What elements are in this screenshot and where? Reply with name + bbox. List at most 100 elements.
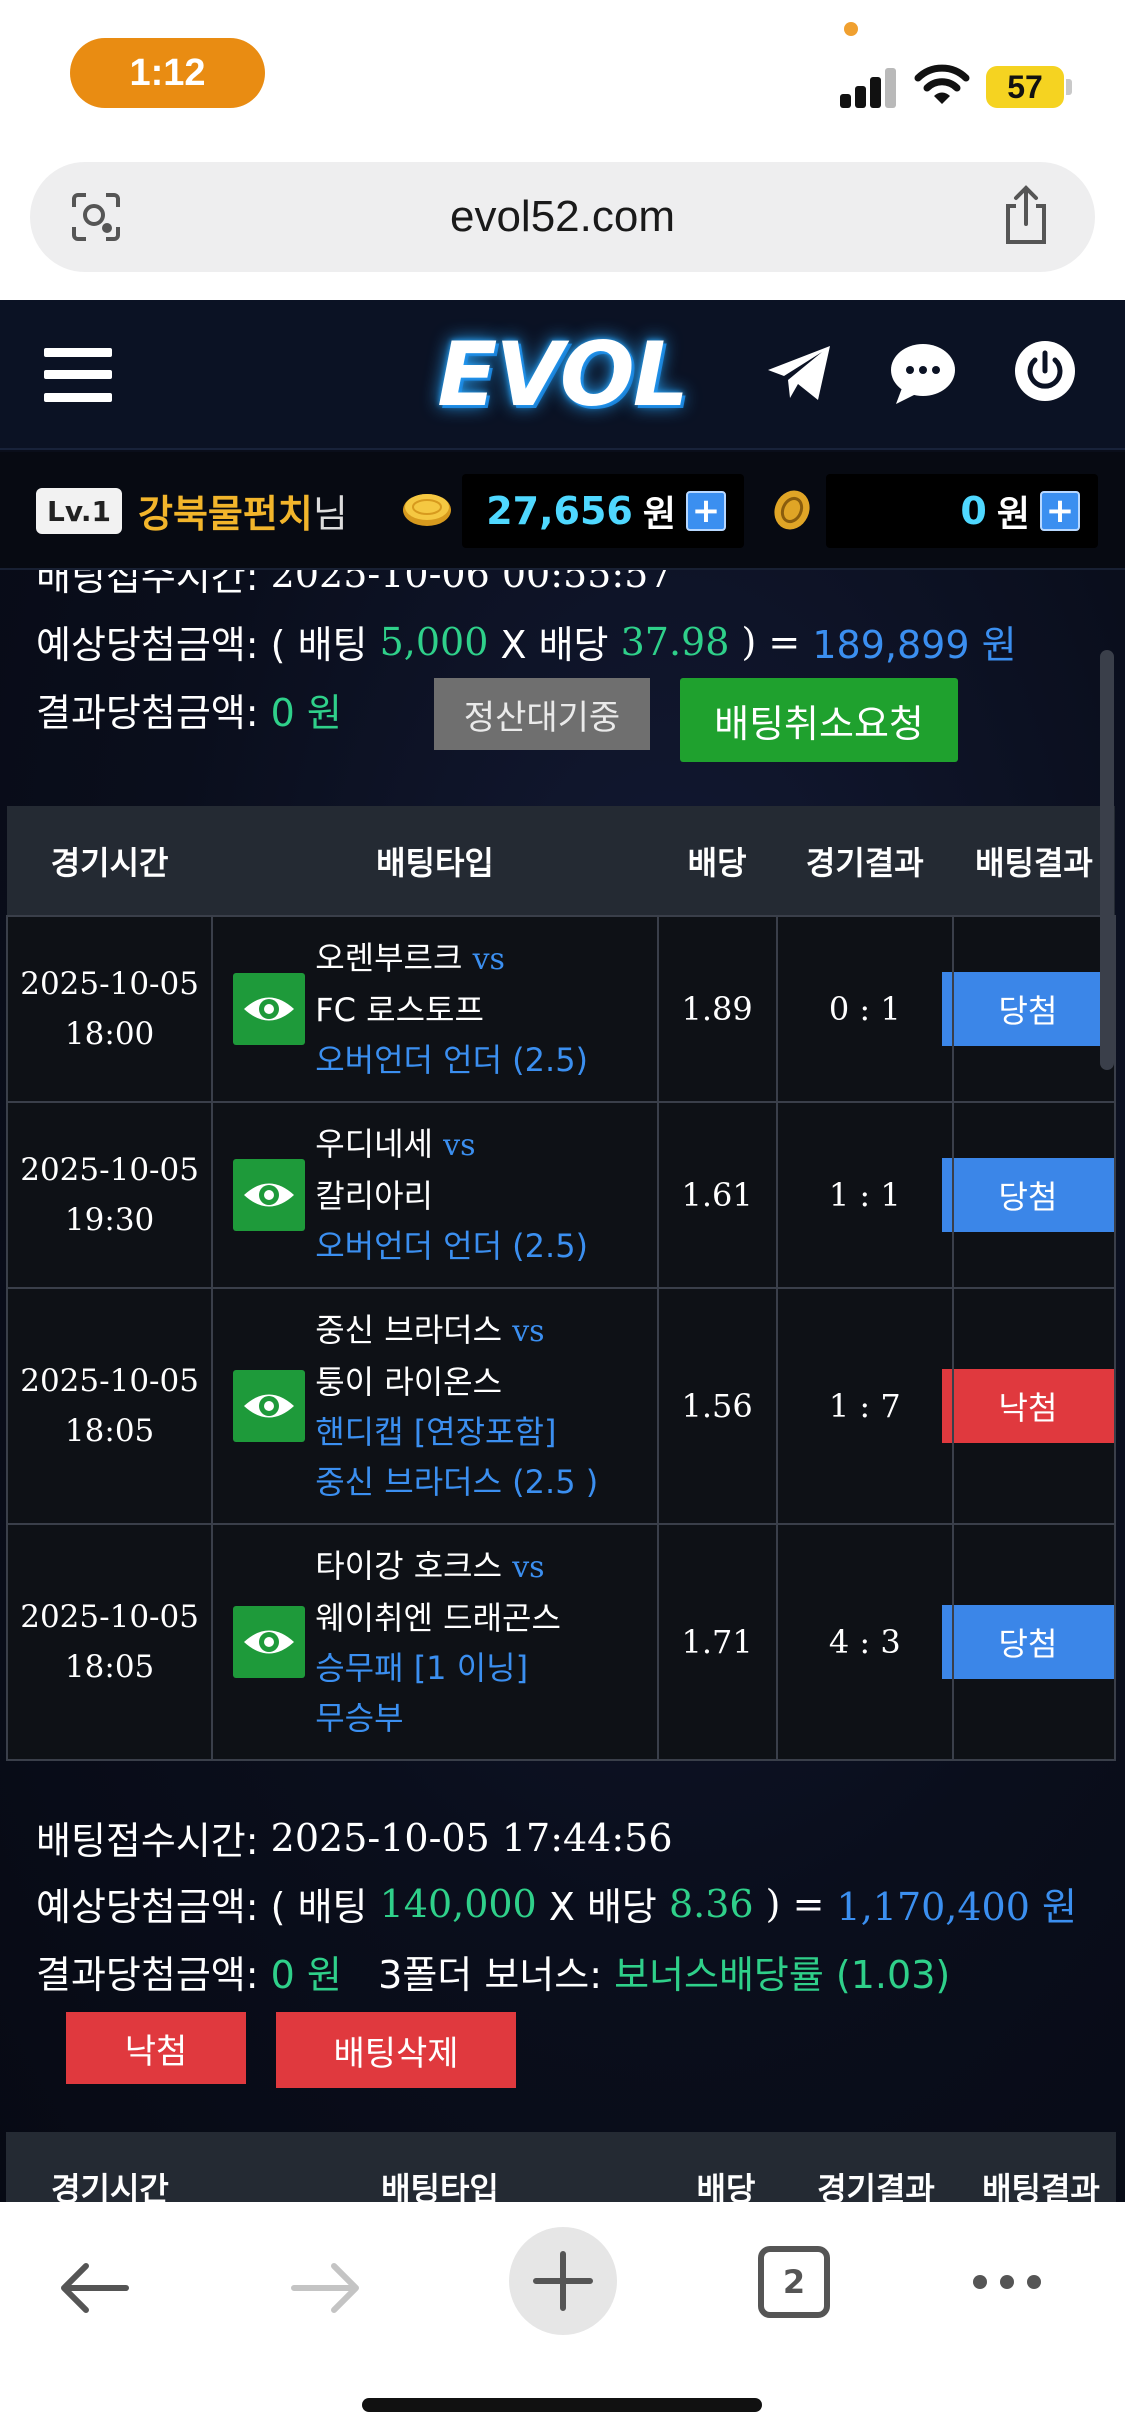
delete-bet-button[interactable]: 배팅삭제: [276, 2012, 516, 2088]
header-odds: 배당: [657, 806, 777, 916]
payout-value: 189,899 원: [812, 623, 1017, 667]
game-clock: 19:30: [64, 1202, 155, 1238]
game-date: 2025-10-05: [20, 1152, 199, 1188]
win-badge: 당첨: [941, 1605, 1114, 1679]
game-date: 2025-10-05: [20, 966, 199, 1002]
bet-history-content[interactable]: 배팅접수시간: 2025-10-06 00:55:57 예상당첨금액: ( 배팅…: [0, 570, 1125, 2202]
view-eye-icon[interactable]: [233, 1606, 306, 1678]
home-indicator[interactable]: [362, 2398, 762, 2412]
open-paren: ( 배팅: [270, 1885, 368, 1929]
money-balance: 27,656 원 +: [462, 474, 744, 548]
score-cell: 1 : 1: [775, 1101, 954, 1289]
open-paren: ( 배팅: [270, 623, 368, 667]
bet-result-cell: 당첨: [941, 1101, 1117, 1289]
share-icon[interactable]: [998, 184, 1054, 246]
vs-label: vs: [443, 1128, 476, 1163]
point-plus-button[interactable]: +: [1040, 491, 1080, 531]
header-game-time: 경기시간: [6, 2132, 214, 2202]
lose-status-button[interactable]: 낙첨: [66, 2012, 246, 2084]
view-eye-icon[interactable]: [233, 1370, 306, 1442]
bet-type-cell: 중신 브라더스 vs 퉁이 라이온스 핸디캡 [연장포함] 중신 브라더스 (2.5 …: [211, 1287, 659, 1525]
pick-text: 무승부: [315, 1699, 404, 1737]
bet1-result: 결과당첨금액: 0 원: [36, 682, 342, 737]
odds-value: 37.98: [620, 619, 730, 664]
stake-value: 140,000: [379, 1881, 537, 1926]
money-unit: 원: [642, 494, 676, 535]
game-clock: 18:05: [64, 1649, 155, 1685]
win-badge: 당첨: [941, 972, 1114, 1046]
bet-type-cell: 오렌부르크 vs FC 로스토프 오버언더 언더 (2.5): [211, 915, 659, 1103]
payout-value: 1,170,400 원: [836, 1885, 1077, 1929]
back-arrow-icon[interactable]: [56, 2260, 130, 2316]
point-value: 0: [960, 489, 987, 533]
table-row: 2025-10-05 18:05 타이강 호크스 vs 웨이취엔 드래곤스 승무패 […: [5, 1523, 1117, 1761]
chat-icon[interactable]: [888, 340, 958, 406]
telegram-icon[interactable]: [764, 342, 834, 404]
bet-type-cell: 우디네세 vs 칼리아리 오버언더 언더 (2.5): [211, 1101, 659, 1289]
header-bet-type: 배팅타입: [214, 2132, 666, 2202]
result-amount: 0 원: [270, 1953, 342, 1997]
score-cell: 0 : 1: [775, 915, 954, 1103]
odds-cell: 1.56: [656, 1287, 778, 1525]
point-unit: 원: [996, 494, 1030, 535]
game-date: 2025-10-05: [20, 1363, 199, 1399]
site-header: EVOL: [0, 300, 1125, 450]
menu-icon[interactable]: [44, 348, 112, 402]
bet2-result: 결과당첨금액: 0 원 3폴더 보너스: 보너스배당률 (1.03): [36, 1944, 950, 1999]
odds-value: 8.36: [668, 1881, 754, 1926]
new-tab-plus-icon[interactable]: [508, 2226, 618, 2336]
logout-power-icon[interactable]: [1014, 340, 1076, 402]
odds-cell: 1.71: [656, 1523, 778, 1761]
x-label: X 배당: [548, 1885, 657, 1929]
more-options-icon[interactable]: [970, 2272, 1044, 2292]
deposit-plus-button[interactable]: +: [686, 491, 726, 531]
view-eye-icon[interactable]: [233, 973, 306, 1045]
browser-url-area: evol52.com: [0, 150, 1125, 300]
header-game-time: 경기시간: [7, 806, 213, 916]
bet1-expected: 예상당첨금액: ( 배팅 5,000 X 배당 37.98 ) = 189,89…: [36, 614, 1017, 669]
accept-time-value: 2025-10-06 00:55:57: [270, 570, 673, 596]
coin-icon: [403, 494, 451, 526]
vs-label: vs: [512, 1314, 545, 1349]
view-eye-icon[interactable]: [233, 1159, 306, 1231]
game-date: 2025-10-05: [20, 1599, 199, 1635]
point-chip-icon: [774, 490, 810, 530]
pick-text: 중신 브라더스 (2.5 ): [315, 1463, 599, 1501]
game-clock: 18:05: [64, 1413, 155, 1449]
point-balance: 0 원 +: [826, 474, 1098, 548]
table-row: 2025-10-05 18:05 중신 브라더스 vs 퉁이 라이온스 핸디캡 [연장…: [5, 1287, 1117, 1525]
header-odds: 배당: [666, 2132, 786, 2202]
header-bet-result: 배팅결과: [966, 2132, 1116, 2202]
site-logo[interactable]: EVOL: [432, 323, 692, 426]
battery-nub: [1066, 79, 1072, 95]
bet-type-cell: 타이강 호크스 vs 웨이취엔 드래곤스 승무패 [1 이닝] 무승부: [211, 1523, 659, 1761]
status-bar: 1:12 57: [0, 0, 1125, 150]
away-team: 칼리아리: [315, 1177, 433, 1215]
accept-label: 배팅접수시간:: [36, 570, 259, 599]
bet-result-cell: 낙첨: [941, 1287, 1117, 1525]
vs-label: vs: [472, 942, 505, 977]
bet2-expected: 예상당첨금액: ( 배팅 140,000 X 배당 8.36 ) = 1,170…: [36, 1876, 1077, 1931]
address-bar[interactable]: evol52.com: [30, 162, 1095, 272]
url-text[interactable]: evol52.com: [30, 162, 1095, 272]
home-team: 오렌부르크: [315, 939, 463, 977]
result-amount: 0 원: [270, 691, 342, 735]
cellular-signal-icon: [840, 62, 898, 108]
username-text: 강북물펀치: [138, 491, 313, 536]
settlement-pending-button[interactable]: 정산대기중: [434, 678, 650, 750]
result-label: 결과당첨금액:: [36, 1953, 259, 1997]
pick-text: 승무패 [1 이닝]: [315, 1649, 529, 1687]
home-team: 우디네세: [315, 1125, 433, 1163]
tabs-count-button[interactable]: 2: [758, 2246, 830, 2318]
status-time: 1:12: [70, 38, 265, 108]
forward-arrow-icon[interactable]: [290, 2260, 364, 2316]
score-cell: 1 : 7: [775, 1287, 954, 1525]
bonus-value: 보너스배당률 (1.03): [614, 1953, 951, 1997]
result-label: 결과당첨금액:: [36, 691, 259, 735]
expected-label: 예상당첨금액:: [36, 1885, 259, 1929]
scrollbar-thumb[interactable]: [1100, 650, 1114, 1070]
stake-value: 5,000: [379, 619, 489, 664]
cancel-bet-request-button[interactable]: 배팅취소요청: [680, 678, 958, 762]
bet1-accept-time: 배팅접수시간: 2025-10-06 00:55:57: [36, 570, 673, 601]
header-bet-type: 배팅타입: [212, 806, 658, 916]
